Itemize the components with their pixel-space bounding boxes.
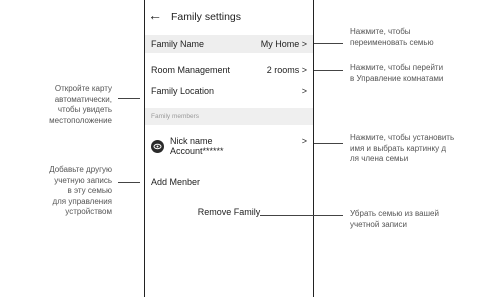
annotation-member-line: ля члена семьи — [350, 154, 409, 163]
connector-line-rename — [314, 43, 343, 44]
annotation-add: Добавьте другую учетную запись в эту сем… — [0, 165, 112, 218]
add-member-label: Add Menber — [151, 177, 201, 187]
annotation-rename-line: переименовать семью — [350, 37, 434, 47]
member-account: Account****** — [170, 146, 224, 156]
family-name-label: Family Name — [151, 39, 205, 49]
annotation-member: Нажмите, чтобы установить имя и выбрать … — [350, 133, 496, 165]
add-member-row[interactable]: Add Menber — [145, 175, 313, 189]
annotation-location: Откройте карту автоматически, чтобы увид… — [0, 84, 112, 126]
connector-line-member — [314, 143, 343, 144]
annotation-remove: Убрать семью из вашей учетной записи — [350, 209, 490, 230]
annotation-add-line: в эту семью — [67, 186, 112, 195]
room-management-row[interactable]: Room Management 2 rooms > — [145, 62, 313, 78]
annotation-remove-line: учетной записи — [350, 219, 407, 229]
room-management-label: Room Management — [151, 65, 231, 75]
avatar-icon — [151, 139, 164, 153]
annotation-member-line: Нажмите, чтобы установить — [350, 133, 455, 142]
annotation-rooms-line: в Управление комнатами — [350, 73, 444, 83]
person-glyph-icon — [153, 143, 162, 149]
member-name: Nick name — [170, 136, 213, 146]
annotation-location-line: чтобы увидеть — [57, 105, 112, 114]
member-chevron-icon: > — [301, 136, 307, 146]
annotation-member-line: имя и выбрать картинку д — [350, 143, 447, 153]
back-arrow-icon[interactable]: ← — [148, 8, 162, 22]
member-row[interactable]: Nick name Account****** > — [145, 133, 313, 159]
annotation-location-line: Откройте карту — [54, 84, 112, 93]
annotation-add-line: для управления — [52, 196, 112, 206]
family-name-row[interactable]: Family Name My Home > — [145, 35, 313, 53]
annotation-add-line: Добавьте другую — [49, 165, 112, 174]
connector-line-add — [118, 182, 140, 183]
phone-screen: ← Family settings Family Name My Home > … — [144, 0, 314, 297]
annotation-rename-line: Нажмите, чтобы — [350, 27, 411, 36]
annotation-rooms-line: Нажмите, чтобы перейти — [350, 63, 444, 72]
annotation-location-line: автоматически, — [54, 94, 112, 104]
member-info: Nick name Account****** — [151, 136, 224, 156]
family-location-chevron-icon: > — [301, 86, 307, 96]
header: ← Family settings — [145, 0, 313, 32]
annotation-location-line: местоположение — [49, 115, 112, 125]
annotation-rename: Нажмите, чтобы переименовать семью — [350, 27, 490, 48]
family-members-section-header: Family members — [145, 108, 313, 125]
annotation-remove-line: Убрать семью из вашей — [350, 209, 439, 218]
page-title: Family settings — [171, 11, 242, 23]
family-location-row[interactable]: Family Location > — [145, 83, 313, 99]
annotation-add-line: учетную запись — [54, 175, 112, 185]
connector-line-rooms — [314, 70, 343, 71]
annotation-rooms: Нажмите, чтобы перейти в Управление комн… — [350, 63, 496, 84]
connector-line-remove — [260, 215, 343, 216]
annotation-add-line: устройством — [65, 207, 112, 216]
family-location-label: Family Location — [151, 86, 215, 96]
family-name-value: My Home > — [260, 39, 307, 49]
member-text: Nick name Account****** — [170, 136, 224, 156]
room-management-value: 2 rooms > — [266, 65, 307, 75]
connector-line-location — [118, 98, 140, 99]
